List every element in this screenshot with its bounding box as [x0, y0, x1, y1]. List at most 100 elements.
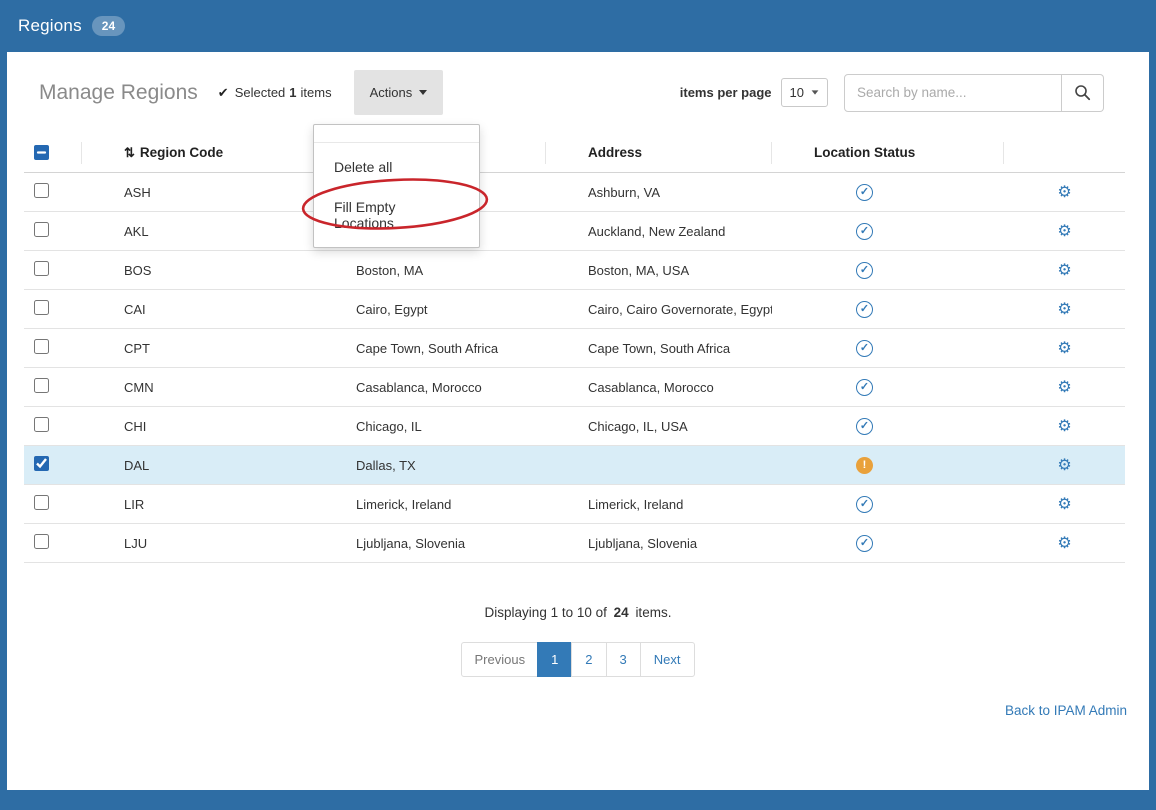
check-icon: ✔ — [218, 85, 229, 101]
page: Regions 24 Manage Regions ✔ Selected 1 i… — [0, 0, 1156, 810]
cell-name: Casablanca, Morocco — [314, 380, 546, 395]
next-page-button[interactable]: Next — [640, 642, 695, 677]
gear-icon[interactable]: ⚙ — [1057, 223, 1071, 240]
search-icon — [1074, 84, 1091, 101]
gear-icon[interactable]: ⚙ — [1057, 379, 1071, 396]
cell-region-code: LJU — [82, 536, 314, 551]
cell-address: Cairo, Cairo Governorate, Egypt — [546, 302, 772, 317]
table-row: DAL Dallas, TX ! ⚙ — [24, 446, 1125, 485]
pagination: Previous 1 2 3 Next — [7, 642, 1149, 677]
count-badge: 24 — [92, 16, 125, 36]
items-per-page-select[interactable]: 10 — [781, 78, 828, 107]
selected-prefix: Selected — [235, 85, 286, 100]
toolbar: Manage Regions ✔ Selected 1 items Action… — [7, 52, 1149, 129]
cell-name: Boston, MA — [314, 263, 546, 278]
row-checkbox[interactable] — [34, 261, 49, 276]
row-checkbox[interactable] — [34, 339, 49, 354]
menu-item-delete-all[interactable]: Delete all — [314, 147, 479, 187]
caret-down-icon — [812, 90, 819, 94]
cell-address: Boston, MA, USA — [546, 263, 772, 278]
previous-page-button[interactable]: Previous — [461, 642, 538, 677]
cell-region-code: LIR — [82, 497, 314, 512]
topbar: Regions 24 — [0, 0, 1156, 52]
toolbar-right: items per page 10 — [680, 74, 1104, 112]
row-checkbox[interactable] — [34, 378, 49, 393]
menu-spacer — [314, 129, 479, 143]
header-address[interactable]: Address — [546, 142, 772, 164]
table-body: ASH Ashburn, VA ✓ ⚙ AKL Auckland, NZ Auc… — [24, 173, 1125, 563]
gear-icon[interactable]: ⚙ — [1057, 418, 1071, 435]
cell-region-code: CHI — [82, 419, 314, 434]
regions-table: ⇅ Region Code Address Location Status — [24, 133, 1125, 563]
cell-region-code: CAI — [82, 302, 314, 317]
cell-address: Ljubljana, Slovenia — [546, 536, 772, 551]
status-icon: ✓ — [856, 301, 873, 318]
cell-address: Ashburn, VA — [546, 185, 772, 200]
status-icon: ✓ — [856, 340, 873, 357]
gear-icon[interactable]: ⚙ — [1057, 535, 1071, 552]
table-row: AKL Auckland, NZ Auckland, New Zealand ✓… — [24, 212, 1125, 251]
table-header-row: ⇅ Region Code Address Location Status — [24, 133, 1125, 173]
footer: Back to IPAM Admin — [7, 677, 1149, 718]
cell-address: Limerick, Ireland — [546, 497, 772, 512]
total-items: 24 — [614, 605, 629, 620]
gear-icon[interactable]: ⚙ — [1057, 301, 1071, 318]
gear-icon[interactable]: ⚙ — [1057, 184, 1071, 201]
actions-button-label: Actions — [370, 85, 413, 100]
page-number[interactable]: 2 — [571, 642, 606, 677]
items-per-page-label: items per page — [680, 85, 772, 100]
row-checkbox[interactable] — [34, 417, 49, 432]
header-region-code[interactable]: ⇅ Region Code — [82, 142, 314, 164]
row-checkbox[interactable] — [34, 222, 49, 237]
header-location-status[interactable]: Location Status — [772, 142, 1004, 164]
cell-region-code: CPT — [82, 341, 314, 356]
gear-icon[interactable]: ⚙ — [1057, 262, 1071, 279]
gear-icon[interactable]: ⚙ — [1057, 340, 1071, 357]
status-icon: ✓ — [856, 535, 873, 552]
cell-region-code: DAL — [82, 458, 314, 473]
selected-count: 1 — [289, 85, 296, 100]
cell-name: Cairo, Egypt — [314, 302, 546, 317]
status-icon: ✓ — [856, 379, 873, 396]
row-checkbox[interactable] — [34, 300, 49, 315]
cell-address: Auckland, New Zealand — [546, 224, 772, 239]
cell-name: Dallas, TX — [314, 458, 546, 473]
search-button[interactable] — [1062, 74, 1104, 112]
cell-name: Limerick, Ireland — [314, 497, 546, 512]
cell-name: Cape Town, South Africa — [314, 341, 546, 356]
row-checkbox[interactable] — [34, 534, 49, 549]
cell-name: Ljubljana, Slovenia — [314, 536, 546, 551]
table-row: LJU Ljubljana, Slovenia Ljubljana, Slove… — [24, 524, 1125, 563]
display-summary: Displaying 1 to 10 of 24 items. — [7, 605, 1149, 620]
search-input[interactable] — [844, 74, 1062, 112]
row-checkbox[interactable] — [34, 456, 49, 471]
status-icon: ✓ — [856, 223, 873, 240]
content-panel: Manage Regions ✔ Selected 1 items Action… — [7, 52, 1149, 790]
status-icon: ✓ — [856, 262, 873, 279]
status-icon: ✓ — [856, 496, 873, 513]
row-checkbox[interactable] — [34, 183, 49, 198]
row-checkbox[interactable] — [34, 495, 49, 510]
gear-icon[interactable]: ⚙ — [1057, 496, 1071, 513]
cell-name: Chicago, IL — [314, 419, 546, 434]
menu-item-fill-empty-locations[interactable]: Fill Empty Locations — [314, 187, 479, 243]
section-title: Manage Regions — [39, 81, 198, 105]
select-all-checkbox[interactable] — [34, 145, 49, 160]
items-per-page-value: 10 — [790, 85, 804, 100]
table-row: LIR Limerick, Ireland Limerick, Ireland … — [24, 485, 1125, 524]
back-to-ipam-admin-link[interactable]: Back to IPAM Admin — [1005, 703, 1127, 718]
page-number[interactable]: 1 — [537, 642, 572, 677]
caret-down-icon — [419, 90, 427, 95]
selected-suffix: items — [301, 85, 332, 100]
actions-dropdown-menu: Delete all Fill Empty Locations — [313, 124, 480, 248]
cell-region-code: CMN — [82, 380, 314, 395]
cell-address: Casablanca, Morocco — [546, 380, 772, 395]
table-row: CPT Cape Town, South Africa Cape Town, S… — [24, 329, 1125, 368]
cell-address: Cape Town, South Africa — [546, 341, 772, 356]
header-actions — [1004, 142, 1125, 164]
page-number[interactable]: 3 — [606, 642, 641, 677]
cell-region-code: ASH — [82, 185, 314, 200]
cell-region-code: AKL — [82, 224, 314, 239]
actions-button[interactable]: Actions — [354, 70, 444, 115]
gear-icon[interactable]: ⚙ — [1057, 457, 1071, 474]
